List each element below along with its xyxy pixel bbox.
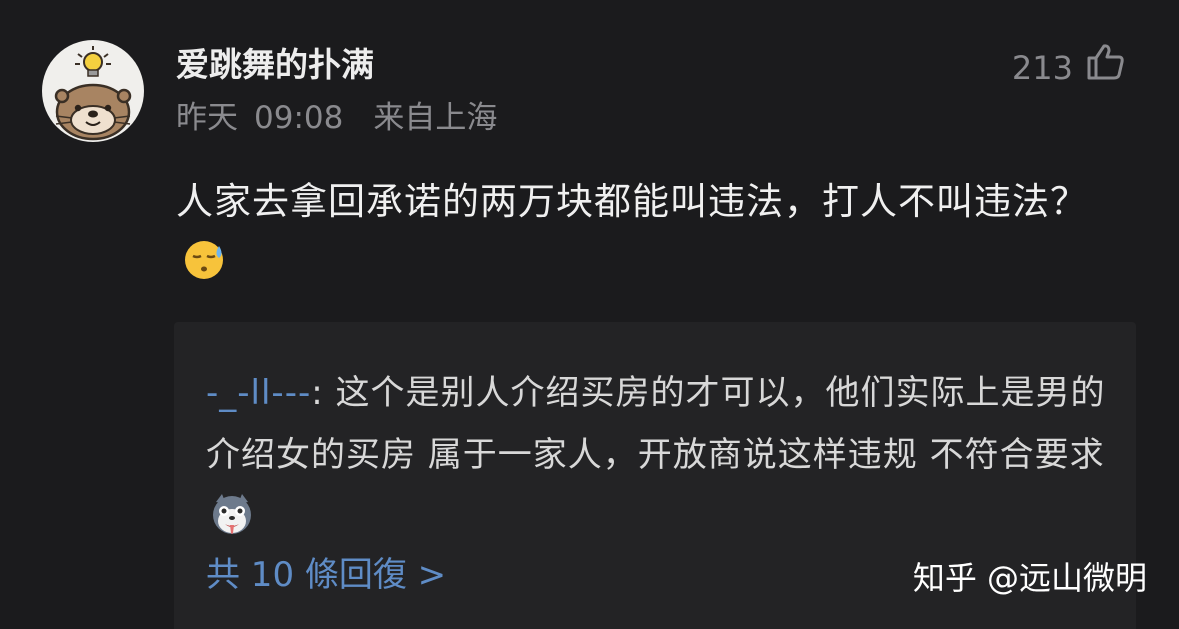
username[interactable]: 爱跳舞的扑满 bbox=[176, 44, 374, 86]
sweat-face-emoji-icon bbox=[182, 236, 228, 300]
comment-time: 09:08 bbox=[254, 100, 344, 136]
thumbs-up-icon bbox=[1085, 42, 1125, 94]
reply-author[interactable]: -_-ll--- bbox=[206, 373, 311, 413]
like-count: 213 bbox=[1011, 49, 1073, 87]
comment-content: 人家去拿回承诺的两万块都能叫违法，打人不叫违法？ bbox=[176, 172, 1116, 300]
comment-card: 爱跳舞的扑满 昨天 09:08 来自上海 213 人家去拿回承诺的两万块都能叫违法，… bbox=[0, 0, 1179, 629]
reply-text-block: -_-ll---: 这个是别人介绍买房的才可以，他们实际上是男的介绍女的买房 属… bbox=[206, 362, 1106, 556]
user-avatar[interactable] bbox=[42, 40, 144, 142]
view-all-replies-link[interactable]: 共 10 條回復 > bbox=[206, 550, 446, 600]
watermark: 知乎 @远山微明 bbox=[912, 559, 1147, 597]
like-button[interactable]: 213 bbox=[1012, 42, 1125, 94]
comment-location: 来自上海 bbox=[373, 100, 498, 136]
comment-meta: 昨天 09:08 来自上海 bbox=[176, 98, 497, 138]
otter-avatar-icon bbox=[54, 46, 132, 141]
date-label: 昨天 bbox=[176, 100, 238, 136]
reply-text: 这个是别人介绍买房的才可以，他们实际上是男的介绍女的买房 属于一家人，开放商说这… bbox=[206, 373, 1106, 475]
comment-text: 人家去拿回承诺的两万块都能叫违法，打人不叫违法？ bbox=[176, 180, 1088, 223]
husky-emoji-icon bbox=[210, 492, 254, 556]
reply-separator: : bbox=[311, 373, 336, 413]
